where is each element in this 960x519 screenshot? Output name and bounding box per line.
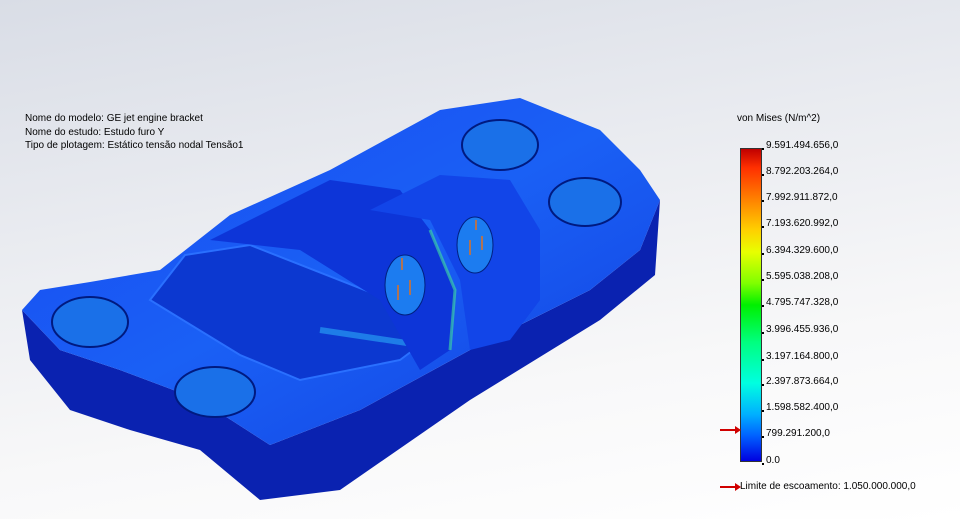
lug-hole [456, 216, 494, 274]
yield-legend-arrow-icon [720, 483, 741, 491]
legend-label: 6.394.329.600,0 [761, 245, 839, 256]
legend-label: 8.792.203.264,0 [761, 166, 839, 177]
yield-strength-label: Limite de escoamento: 1.050.000.000,0 [740, 481, 916, 492]
legend-title: von Mises (N/m^2) [737, 113, 821, 124]
legend-label: 3.996.455.936,0 [761, 324, 839, 335]
legend-label: 7.992.911.872,0 [762, 192, 838, 203]
legend-label: 0.0 [762, 455, 780, 466]
legend-label: 7.193.620.992,0 [761, 218, 839, 229]
legend-label: 5.595.038.208,0 [761, 271, 839, 282]
legend-label: 799.291.200,0 [762, 428, 830, 439]
lug-hole [384, 254, 426, 316]
mount-hole [548, 177, 622, 227]
mount-hole [174, 366, 256, 418]
legend-label: 1.598.582.400,0 [761, 402, 839, 413]
yield-marker-arrow-icon [720, 426, 741, 434]
mount-hole [51, 296, 129, 348]
color-scale-bar [740, 148, 762, 462]
legend-label: 4.795.747.328,0 [761, 297, 839, 308]
mount-hole [461, 119, 539, 171]
legend-label: 3.197.164.800,0 [761, 351, 839, 362]
legend-label: 9.591.494.656,0 [761, 140, 839, 151]
legend-label: 2.397.873.664,0 [761, 376, 839, 387]
bracket-model-viewport[interactable] [0, 0, 700, 519]
